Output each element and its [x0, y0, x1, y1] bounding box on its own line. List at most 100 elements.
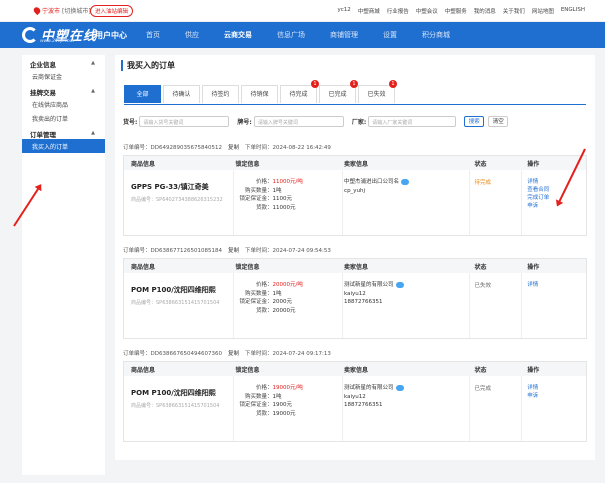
nav-supply[interactable]: 供应 [185, 30, 199, 40]
chevron-up-icon: ▲ [91, 130, 95, 136]
count-badge: 1 [389, 80, 397, 88]
tab-all[interactable]: 全部 [124, 85, 161, 103]
order-card: 订单编号：DD638677126501085184 复制 下单时间：2024-0… [123, 244, 587, 339]
top-link-messages[interactable]: 我的消息 [474, 7, 496, 15]
product-name[interactable]: POM P100/沈阳四维阳熙 [131, 285, 233, 295]
logo-icon [22, 26, 38, 43]
page-title: 我买入的订单 [121, 60, 175, 71]
table-row: POM P100/沈阳四维阳熙 商品编号：SP63866315141570150… [124, 376, 586, 441]
order-card: 订单编号：DD649289035675840512 复制 下单时间：2024-0… [123, 141, 587, 236]
order-table: 商品信息 锁定信息 卖家信息 状态 操作 GPPS PG-33/镇江奇美 商品编… [123, 155, 587, 236]
sidebar-item-online-goods[interactable]: 在线供应商品 [22, 97, 105, 111]
logo-url: www.21cp.com [40, 39, 75, 44]
col-seller: 卖家信息 [344, 366, 369, 374]
col-product: 商品信息 [131, 366, 156, 374]
sidebar-section-label: 挂牌交易 [30, 89, 56, 97]
chat-icon[interactable] [401, 178, 410, 185]
detail-link[interactable]: 详情 [527, 281, 586, 289]
qty-label: 购买数量： [245, 187, 273, 194]
col-lock: 锁定信息 [235, 160, 260, 168]
nav-shop-manage[interactable]: 商铺管理 [330, 30, 358, 40]
price-label: 价格： [256, 385, 273, 391]
chevron-up-icon: ▲ [91, 60, 95, 66]
col-status: 状态 [474, 366, 487, 374]
nav-home[interactable]: 首页 [146, 30, 160, 40]
product-name[interactable]: GPPS PG-33/镇江奇美 [131, 182, 233, 192]
detail-link[interactable]: 详情 [527, 178, 586, 186]
qty-label: 购买数量： [245, 393, 273, 400]
tab-completed[interactable]: 已完成 1 [319, 80, 358, 103]
col-product: 商品信息 [131, 263, 156, 271]
sidebar-section-label: 订单管理 [30, 131, 56, 139]
qty-value: 1吨 [272, 393, 282, 400]
order-number: 订单编号：DD649289035675840512 [123, 145, 222, 151]
payment-label: 货款： [256, 204, 273, 211]
sidebar-item-bought-orders[interactable]: 我买入的订单 [22, 139, 105, 153]
location-selector[interactable]: 宁波市 [切换城市] [32, 5, 91, 16]
nav-cloud-trade[interactable]: 云商交易 [224, 30, 252, 40]
sidebar-item-sold-orders[interactable]: 我卖出的订单 [22, 111, 105, 125]
price-value: 11000元/吨 [272, 179, 303, 185]
appeal-link[interactable]: 申诉 [527, 392, 586, 400]
top-link-meeting[interactable]: 中塑会议 [416, 7, 438, 15]
tab-label: 已失效 [367, 91, 386, 98]
brand-label: 牌号: [237, 119, 252, 126]
location-city: 宁波市 [42, 8, 61, 15]
tab-label: 待销保 [250, 91, 269, 98]
copy-button[interactable]: 复制 [228, 143, 239, 151]
top-links: yc12 中塑商城 行业报告 中塑会议 中塑服务 我的消息 关于我们 网站地图 … [337, 7, 585, 15]
copy-button[interactable]: 复制 [228, 246, 239, 254]
payment-value: 20000元 [272, 307, 296, 314]
price-value: 20000元/吨 [272, 282, 303, 288]
seller-account: kaiyu12 [344, 290, 366, 297]
order-header: 订单编号：DD638677126501085184 复制 下单时间：2024-0… [123, 244, 587, 256]
brand-search-input[interactable]: 请输入牌号关键词 [253, 116, 344, 127]
top-link-about[interactable]: 关于我们 [503, 7, 525, 15]
tab-to-confirm[interactable]: 待确认 [163, 85, 200, 103]
chat-icon[interactable] [395, 281, 404, 288]
top-link-report[interactable]: 行业报告 [387, 7, 409, 15]
user-center-title: 用户中心 [95, 31, 127, 40]
tab-expired[interactable]: 已失效 1 [358, 80, 397, 103]
count-badge: 1 [311, 80, 319, 88]
top-link-english[interactable]: ENGLISH [561, 7, 585, 15]
payment-label: 货款： [256, 410, 273, 417]
status-badge: 待完成 [470, 170, 523, 235]
col-seller: 卖家信息 [344, 263, 369, 271]
chat-icon[interactable] [395, 384, 404, 391]
top-bar: 宁波市 [切换城市] 进入油站编辑 yc12 中塑商城 行业报告 中塑会议 中塑… [0, 0, 605, 22]
clear-button[interactable]: 清空 [488, 116, 509, 127]
tab-to-complete[interactable]: 待完成 1 [280, 80, 319, 103]
seller-phone: 18872766351 [344, 402, 383, 408]
sidebar-section-label: 企业信息 [30, 61, 56, 69]
enter-edit-button[interactable]: 进入油站编辑 [90, 5, 134, 17]
factory-search-input[interactable]: 请输入厂家关键词 [368, 116, 457, 127]
nav-points-mall[interactable]: 积分商城 [422, 30, 450, 40]
order-number: 订单编号：DD638667650494607360 [123, 351, 222, 357]
goods-search-input[interactable]: 请输入货号关键词 [139, 116, 230, 127]
table-row: POM P100/沈阳四维阳熙 商品编号：SP63866315141570150… [124, 273, 586, 338]
tab-to-sign[interactable]: 待签约 [202, 85, 239, 103]
tab-label: 待确认 [172, 91, 191, 98]
sidebar-section-listing[interactable]: 挂牌交易 ▲ [22, 83, 105, 97]
tab-to-release[interactable]: 待销保 [241, 85, 278, 103]
top-link-mall[interactable]: 中塑商城 [358, 7, 380, 15]
sidebar-item-deposit[interactable]: 云商保证金 [22, 69, 105, 83]
nav-settings[interactable]: 设置 [383, 30, 397, 40]
product-number: 商品编号：SP638663151415701504 [131, 300, 220, 306]
top-link-sitemap[interactable]: 网站地图 [532, 7, 554, 15]
detail-link[interactable]: 详情 [527, 384, 586, 392]
top-link-service[interactable]: 中塑服务 [445, 7, 467, 15]
sidebar-section-company[interactable]: 企业信息 ▲ [22, 55, 105, 69]
order-time: 下单时间：2024-07-24 09:17:13 [244, 351, 331, 357]
view-contract-link[interactable]: 查看合同 [527, 186, 586, 194]
sidebar-section-orders[interactable]: 订单管理 ▲ [22, 125, 105, 139]
switch-city-link[interactable]: [切换城市] [62, 6, 91, 15]
search-button[interactable]: 搜索 [464, 116, 485, 127]
nav-info-square[interactable]: 信息广场 [277, 30, 305, 40]
top-link-user[interactable]: yc12 [337, 7, 350, 15]
product-name[interactable]: POM P100/沈阳四维阳熙 [131, 388, 233, 398]
col-lock: 锁定信息 [235, 263, 260, 271]
payment-value: 19000元 [272, 410, 296, 417]
copy-button[interactable]: 复制 [228, 349, 239, 357]
